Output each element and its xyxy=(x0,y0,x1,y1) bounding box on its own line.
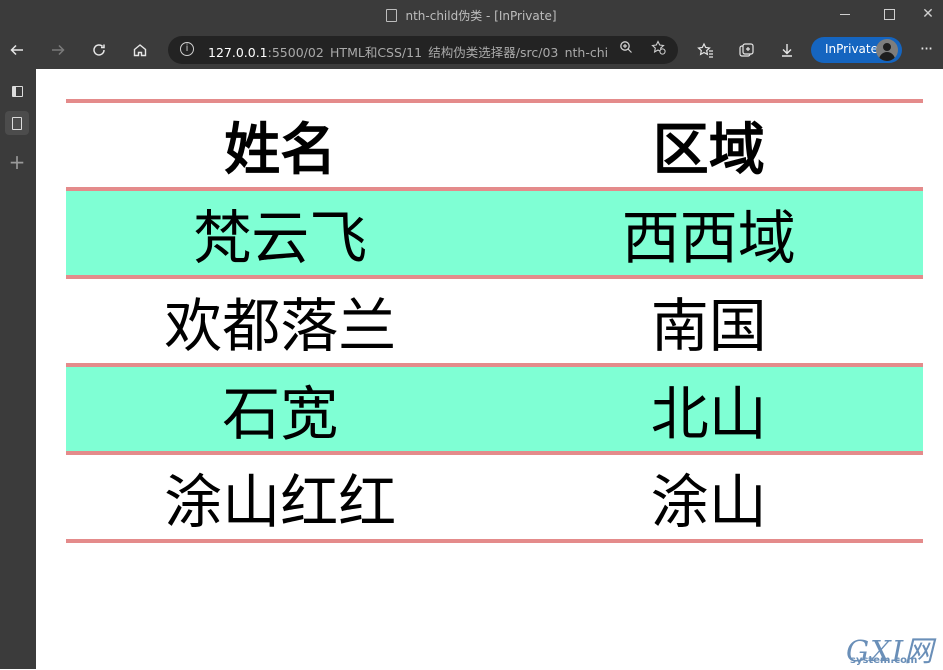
favorites-icon xyxy=(696,42,713,58)
url-text[interactable]: 127.0.0.1:5500/02_HTML和CSS/11_结构伪类选择器/sr… xyxy=(208,42,608,58)
table-cell-name: 涂山红红 xyxy=(66,451,495,543)
table-cell-name: 欢都落兰 xyxy=(66,275,495,367)
close-button[interactable]: ✕ xyxy=(905,0,943,30)
inprivate-label: InPrivate xyxy=(825,42,878,56)
tab-actions-button[interactable] xyxy=(5,79,29,103)
table-header-row: 姓名 区域 xyxy=(66,99,923,191)
downloads-button[interactable] xyxy=(775,38,799,62)
data-table: 姓名 区域 梵云飞 西西域 欢都落兰 南国 石宽 北山 涂山红红 涂山 xyxy=(66,99,923,543)
back-button[interactable] xyxy=(5,38,29,62)
table-cell-region: 北山 xyxy=(494,363,923,455)
address-bar[interactable]: i 127.0.0.1:5500/02_HTML和CSS/11_结构伪类选择器/… xyxy=(168,36,678,64)
forward-button[interactable] xyxy=(46,38,70,62)
zoom-icon[interactable] xyxy=(616,40,636,60)
close-icon: ✕ xyxy=(922,6,934,22)
vertical-tabs-sidebar: + xyxy=(0,69,36,669)
column-header-name: 姓名 xyxy=(66,99,495,191)
more-options-button[interactable]: ··· xyxy=(916,38,936,62)
tab-actions-icon xyxy=(11,85,23,97)
arrow-left-icon xyxy=(10,44,23,56)
refresh-button[interactable] xyxy=(87,38,111,62)
table-cell-name: 梵云飞 xyxy=(66,187,495,279)
home-button[interactable] xyxy=(128,38,152,62)
download-icon xyxy=(782,44,792,57)
minimize-button[interactable] xyxy=(822,0,868,30)
inprivate-button[interactable]: InPrivate xyxy=(811,37,902,63)
maximize-icon xyxy=(883,8,895,20)
page-icon xyxy=(386,9,398,22)
avatar xyxy=(876,39,898,61)
favorites-button[interactable] xyxy=(693,38,717,62)
star-add-icon[interactable] xyxy=(648,40,668,60)
table-row: 涂山红红 涂山 xyxy=(66,451,923,543)
window-title: nth-child伪类 - [InPrivate] xyxy=(0,7,943,24)
url-host: 127.0.0.1 xyxy=(208,45,268,58)
new-tab-button[interactable]: + xyxy=(5,150,29,174)
collections-icon xyxy=(738,42,754,57)
watermark-site: system.com xyxy=(850,655,918,666)
column-header-region: 区域 xyxy=(494,99,923,191)
window-title-text: nth-child伪类 - [InPrivate] xyxy=(405,9,557,23)
collections-button[interactable] xyxy=(734,38,758,62)
table-row: 梵云飞 西西域 xyxy=(66,187,923,279)
page-viewport: 姓名 区域 梵云飞 西西域 欢都落兰 南国 石宽 北山 涂山红红 涂山 xyxy=(36,69,943,669)
plus-icon: + xyxy=(8,150,26,174)
page-icon xyxy=(12,116,22,130)
arrow-right-icon xyxy=(52,44,65,56)
minimize-icon xyxy=(840,13,850,15)
table-cell-region: 西西域 xyxy=(494,187,923,279)
home-icon xyxy=(133,44,147,57)
table-cell-region: 涂山 xyxy=(494,451,923,543)
table-cell-region: 南国 xyxy=(494,275,923,367)
browser-toolbar: i 127.0.0.1:5500/02_HTML和CSS/11_结构伪类选择器/… xyxy=(0,30,943,69)
refresh-icon xyxy=(93,44,105,56)
table-row: 石宽 北山 xyxy=(66,363,923,455)
table-cell-name: 石宽 xyxy=(66,363,495,455)
table-row: 欢都落兰 南国 xyxy=(66,275,923,367)
watermark-logo: GXI网 system.com xyxy=(846,628,941,668)
tab-current-page[interactable] xyxy=(5,111,29,135)
url-path: :5500/02_HTML和CSS/11_结构伪类选择器/src/03_nth-… xyxy=(267,45,608,58)
info-icon[interactable]: i xyxy=(180,42,194,56)
title-bar: nth-child伪类 - [InPrivate] ✕ xyxy=(0,0,943,30)
